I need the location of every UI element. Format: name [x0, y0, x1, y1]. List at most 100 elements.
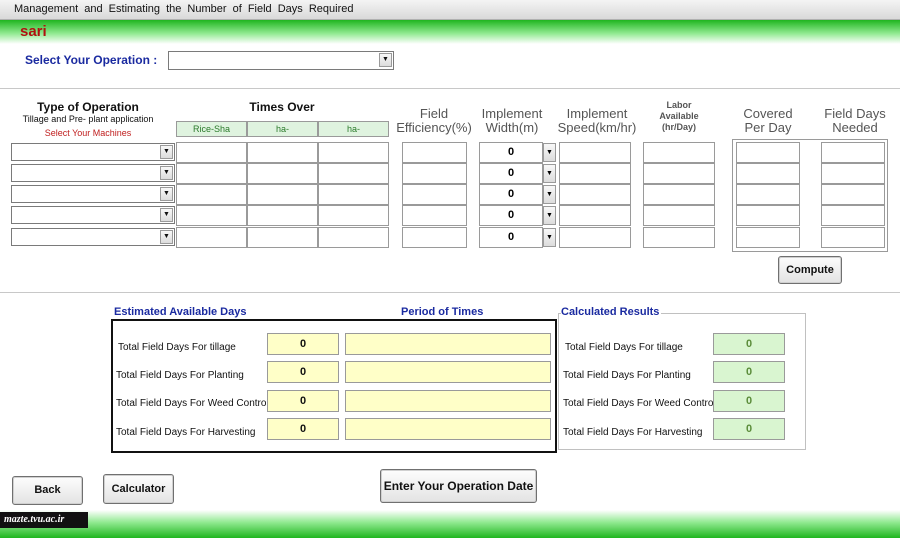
- calculated-value-tillage: 0: [713, 333, 785, 355]
- operation-select[interactable]: ▼: [168, 51, 394, 70]
- period-planting[interactable]: [345, 361, 551, 383]
- field-efficiency-5[interactable]: [402, 227, 467, 248]
- labor-available-2[interactable]: [643, 163, 715, 184]
- covered-per-day-5: [736, 227, 800, 248]
- times-over-1-a[interactable]: [176, 142, 247, 163]
- field-days-needed-2: [821, 163, 885, 184]
- compute-button[interactable]: Compute: [778, 256, 842, 284]
- calculated-label-weed-control: Total Field Days For Weed Control: [563, 398, 716, 409]
- type-subheader-tillage: Tillage and Pre- plant application: [22, 114, 154, 124]
- chevron-down-icon[interactable]: ▼: [543, 164, 556, 183]
- chevron-down-icon[interactable]: ▼: [379, 53, 392, 67]
- chevron-down-icon[interactable]: ▼: [160, 166, 173, 180]
- estimated-value-harvesting[interactable]: 0: [267, 418, 339, 440]
- implement-speed-3[interactable]: [559, 184, 631, 205]
- calculated-results-title: Calculated Results: [561, 306, 662, 318]
- field-efficiency-4[interactable]: [402, 205, 467, 226]
- select-operation-label: Select Your Operation :: [25, 53, 158, 67]
- times-over-5-a[interactable]: [176, 227, 247, 248]
- implement-width-line1: Implement: [481, 106, 543, 121]
- machine-select-2[interactable]: ▼: [11, 164, 175, 182]
- chevron-down-icon[interactable]: ▼: [160, 145, 173, 159]
- watermark-label: mazte.tvu.ac.ir: [0, 512, 88, 528]
- calculated-label-tillage: Total Field Days For tillage: [565, 342, 683, 353]
- times-over-2-a[interactable]: [176, 163, 247, 184]
- machine-select-5[interactable]: ▼: [11, 228, 175, 246]
- app-window: Management and Estimating the Number of …: [0, 0, 900, 538]
- estimated-value-planting[interactable]: 0: [267, 361, 339, 383]
- times-over-4-b[interactable]: [247, 205, 318, 226]
- location-label: sari: [20, 23, 47, 40]
- machine-select-4[interactable]: ▼: [11, 206, 175, 224]
- times-over-5-b[interactable]: [247, 227, 318, 248]
- type-of-operation-header: Type of Operation: [37, 100, 139, 114]
- implement-width-4[interactable]: 0: [479, 205, 543, 226]
- implement-width-2[interactable]: 0: [479, 163, 543, 184]
- select-machines-hint: Select Your Machines: [44, 128, 132, 138]
- chevron-down-icon[interactable]: ▼: [543, 185, 556, 204]
- field-efficiency-line2: Efficiency(%): [396, 120, 472, 135]
- needed-line1: Field Days: [824, 106, 886, 121]
- covered-line1: Covered: [743, 106, 793, 121]
- implement-width-1[interactable]: 0: [479, 142, 543, 163]
- chevron-down-icon[interactable]: ▼: [160, 230, 173, 244]
- labor-available-5[interactable]: [643, 227, 715, 248]
- calculator-button[interactable]: Calculator: [103, 474, 174, 504]
- estimated-value-weed-control[interactable]: 0: [267, 390, 339, 412]
- labor-available-3[interactable]: [643, 184, 715, 205]
- field-efficiency-line1: Field: [419, 106, 449, 121]
- labor-available-1[interactable]: [643, 142, 715, 163]
- machine-select-1[interactable]: ▼: [11, 143, 175, 161]
- implement-width-3[interactable]: 0: [479, 184, 543, 205]
- times-over-3-a[interactable]: [176, 184, 247, 205]
- period-of-times-title: Period of Times: [401, 306, 484, 318]
- field-efficiency-3[interactable]: [402, 184, 467, 205]
- back-button[interactable]: Back: [12, 476, 83, 505]
- times-over-1-c[interactable]: [318, 142, 389, 163]
- times-over-2-c[interactable]: [318, 163, 389, 184]
- times-over-4-c[interactable]: [318, 205, 389, 226]
- estimated-label-planting: Total Field Days For Planting: [116, 370, 244, 381]
- implement-speed-1[interactable]: [559, 142, 631, 163]
- times-over-3-b[interactable]: [247, 184, 318, 205]
- chevron-down-icon[interactable]: ▼: [543, 143, 556, 162]
- chevron-down-icon[interactable]: ▼: [160, 187, 173, 201]
- enter-operation-date-button[interactable]: Enter Your Operation Date: [380, 469, 537, 503]
- times-over-3-c[interactable]: [318, 184, 389, 205]
- field-efficiency-header: Field Efficiency(%): [396, 107, 472, 135]
- chevron-down-icon[interactable]: ▼: [543, 206, 556, 225]
- field-days-needed-3: [821, 184, 885, 205]
- chevron-down-icon[interactable]: ▼: [543, 228, 556, 247]
- field-days-needed-4: [821, 205, 885, 226]
- implement-speed-header: Implement Speed(km/hr): [552, 107, 642, 135]
- implement-speed-line1: Implement: [566, 106, 628, 121]
- times-over-4-a[interactable]: [176, 205, 247, 226]
- machine-select-3[interactable]: ▼: [11, 185, 175, 203]
- times-subheader-2: ha-: [247, 121, 318, 137]
- times-subheader-3: ha-: [318, 121, 389, 137]
- labor-line2: Available: [659, 111, 699, 121]
- implement-width-5[interactable]: 0: [479, 227, 543, 248]
- times-over-1-b[interactable]: [247, 142, 318, 163]
- covered-per-day-3: [736, 184, 800, 205]
- implement-speed-5[interactable]: [559, 227, 631, 248]
- chevron-down-icon[interactable]: ▼: [160, 208, 173, 222]
- needed-line2: Needed: [832, 120, 878, 135]
- covered-per-day-2: [736, 163, 800, 184]
- times-over-5-c[interactable]: [318, 227, 389, 248]
- implement-speed-4[interactable]: [559, 205, 631, 226]
- labor-available-header: Labor Available (hr/Day): [644, 100, 714, 133]
- period-weed-control[interactable]: [345, 390, 551, 412]
- implement-speed-2[interactable]: [559, 163, 631, 184]
- title-bar: Management and Estimating the Number of …: [0, 0, 900, 20]
- period-harvesting[interactable]: [345, 418, 551, 440]
- estimated-value-tillage[interactable]: 0: [267, 333, 339, 355]
- times-over-2-b[interactable]: [247, 163, 318, 184]
- period-tillage[interactable]: [345, 333, 551, 355]
- calculated-value-harvesting: 0: [713, 418, 785, 440]
- labor-available-4[interactable]: [643, 205, 715, 226]
- implement-width-line2: Width(m): [485, 120, 539, 135]
- field-efficiency-1[interactable]: [402, 142, 467, 163]
- field-efficiency-2[interactable]: [402, 163, 467, 184]
- estimated-days-title: Estimated Available Days: [114, 306, 249, 318]
